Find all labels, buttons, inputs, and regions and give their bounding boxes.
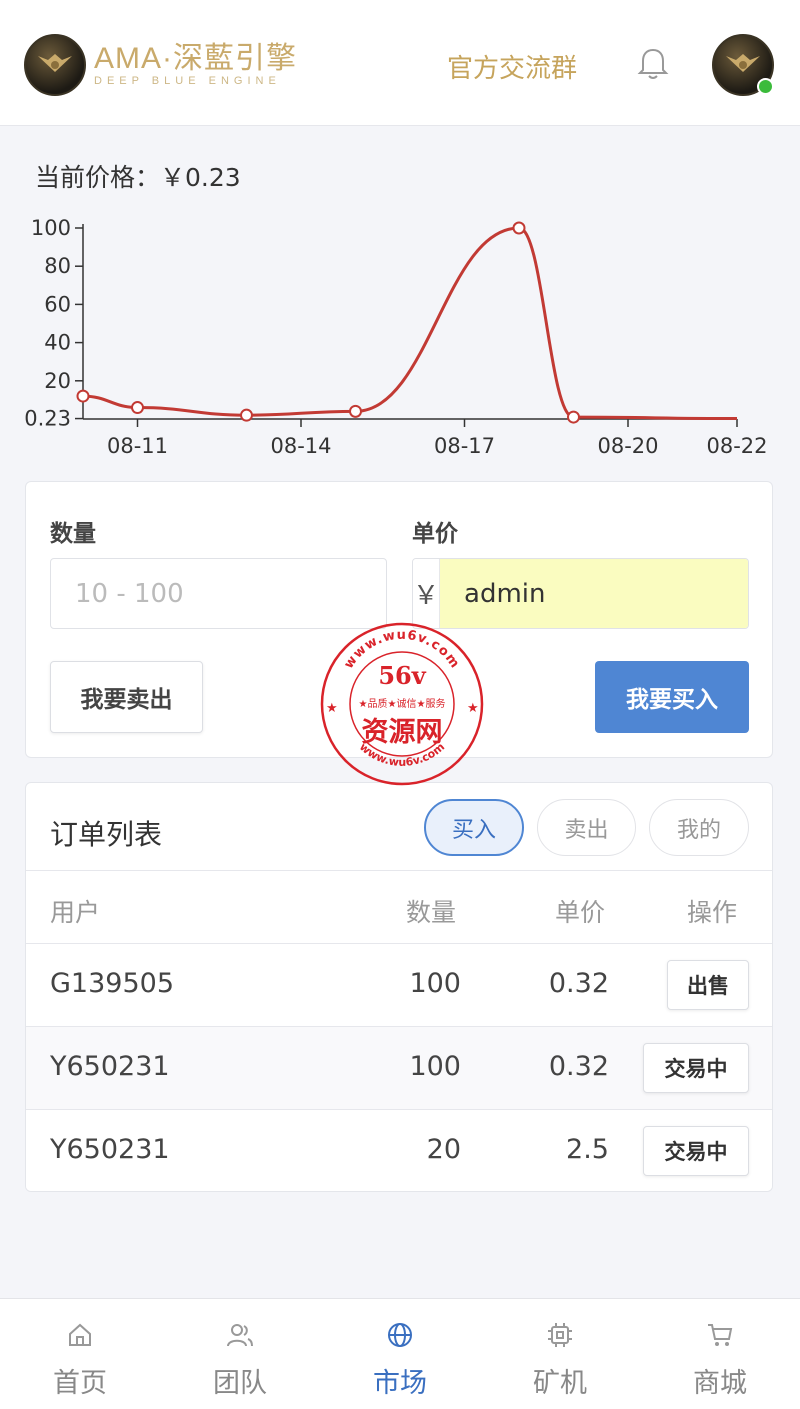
tab-market[interactable]: 市场	[320, 1299, 480, 1409]
price-chart: 0.23 20 40 60 80 100 08-11 08-14 08-17 08-20 08-22	[24, 216, 767, 458]
current-price: 当前价格：￥0.23	[35, 158, 241, 194]
y-tick-label: 0.23	[24, 407, 71, 431]
row-price: 2.5	[566, 1134, 609, 1165]
price-label: 单价	[412, 521, 458, 547]
trading-status-button[interactable]: 交易中	[643, 1126, 749, 1176]
column-header-quantity: 数量	[406, 898, 457, 927]
x-tick-label: 08-17	[434, 434, 495, 458]
tab-shop[interactable]: 商城	[640, 1299, 800, 1409]
logo-subtitle: DEEP BLUE ENGINE	[94, 74, 281, 87]
app-header: AMA·深藍引擎 DEEP BLUE ENGINE 官方交流群	[0, 0, 800, 126]
tab-team[interactable]: 团队	[160, 1299, 320, 1409]
tab-buy[interactable]: 买入	[424, 799, 524, 856]
price-input[interactable]	[440, 559, 748, 628]
tab-label: 首页	[53, 1368, 107, 1399]
row-quantity: 20	[426, 1134, 461, 1165]
x-tick-label: 08-22	[706, 434, 767, 458]
globe-icon	[388, 1323, 412, 1347]
data-point[interactable]	[76, 389, 90, 403]
y-tick-label: 80	[44, 254, 71, 278]
bell-icon[interactable]	[636, 46, 670, 82]
price-field[interactable]: ￥	[412, 558, 749, 629]
sell-button[interactable]: 我要卖出	[50, 661, 203, 733]
chip-icon	[548, 1323, 572, 1347]
table-row: Y650231 100 0.32 交易中	[26, 1026, 772, 1109]
tab-sell[interactable]: 卖出	[537, 799, 636, 856]
row-user: G139505	[50, 968, 174, 999]
currency-symbol: ￥	[413, 559, 441, 628]
x-tick-label: 08-14	[270, 434, 331, 458]
tab-label: 矿机	[533, 1368, 587, 1399]
official-group-link[interactable]: 官方交流群	[447, 48, 577, 85]
row-price: 0.32	[548, 1051, 609, 1082]
table-header: 用户 数量 单价 操作	[26, 870, 772, 943]
current-price-label: 当前价格：	[35, 163, 161, 192]
tab-label: 团队	[213, 1368, 267, 1399]
quantity-label: 数量	[50, 521, 96, 547]
bottom-tab-bar: 首页 团队 市场 矿机 商城	[0, 1298, 800, 1409]
current-price-value: ￥0.23	[160, 163, 241, 192]
x-tick-label: 08-20	[597, 434, 658, 458]
quantity-input[interactable]	[50, 558, 387, 629]
sell-order-button[interactable]: 出售	[667, 960, 749, 1010]
y-tick-label: 20	[44, 369, 71, 393]
column-header-action: 操作	[687, 898, 738, 927]
row-quantity: 100	[409, 968, 461, 999]
data-point[interactable]	[567, 410, 580, 424]
data-point[interactable]	[512, 221, 526, 235]
tab-mine[interactable]: 我的	[649, 799, 749, 856]
tab-home[interactable]: 首页	[0, 1299, 160, 1409]
home-icon	[69, 1323, 91, 1346]
tab-miner[interactable]: 矿机	[480, 1299, 640, 1409]
order-list-title: 订单列表	[50, 818, 163, 851]
tab-label: 商城	[693, 1368, 747, 1399]
row-user: Y650231	[50, 1134, 170, 1165]
logo[interactable]: AMA·深藍引擎 DEEP BLUE ENGINE	[24, 34, 297, 96]
data-point[interactable]	[349, 404, 362, 418]
tab-label: 市场	[373, 1368, 427, 1399]
price-series-line	[82, 226, 738, 421]
row-price: 0.32	[548, 968, 609, 999]
cart-icon	[708, 1324, 733, 1346]
data-point[interactable]	[131, 401, 144, 415]
y-tick-label: 100	[31, 216, 71, 240]
trading-status-button[interactable]: 交易中	[643, 1043, 749, 1093]
table-row: G139505 100 0.32 出售	[26, 943, 772, 1026]
team-icon	[227, 1324, 253, 1347]
table-row: Y650231 20 2.5 交易中	[26, 1109, 772, 1191]
order-list: 订单列表 买入 卖出 我的 用户 数量 单价 操作 G139505 100 0.…	[25, 782, 773, 1192]
row-user: Y650231	[50, 1051, 170, 1082]
x-tick-label: 08-11	[107, 434, 168, 458]
row-quantity: 100	[409, 1051, 461, 1082]
data-point[interactable]	[240, 408, 253, 422]
y-tick-label: 60	[44, 292, 71, 316]
buy-button[interactable]: 我要买入	[595, 661, 749, 733]
online-status-dot	[757, 78, 774, 95]
column-header-price: 单价	[555, 898, 606, 927]
column-header-user: 用户	[50, 898, 101, 927]
eagle-logo-icon	[24, 34, 86, 96]
trade-panel: 数量 单价 ￥ 我要卖出 我要买入	[25, 481, 773, 758]
y-tick-label: 40	[44, 331, 71, 355]
logo-title: AMA·深藍引擎	[94, 41, 297, 75]
